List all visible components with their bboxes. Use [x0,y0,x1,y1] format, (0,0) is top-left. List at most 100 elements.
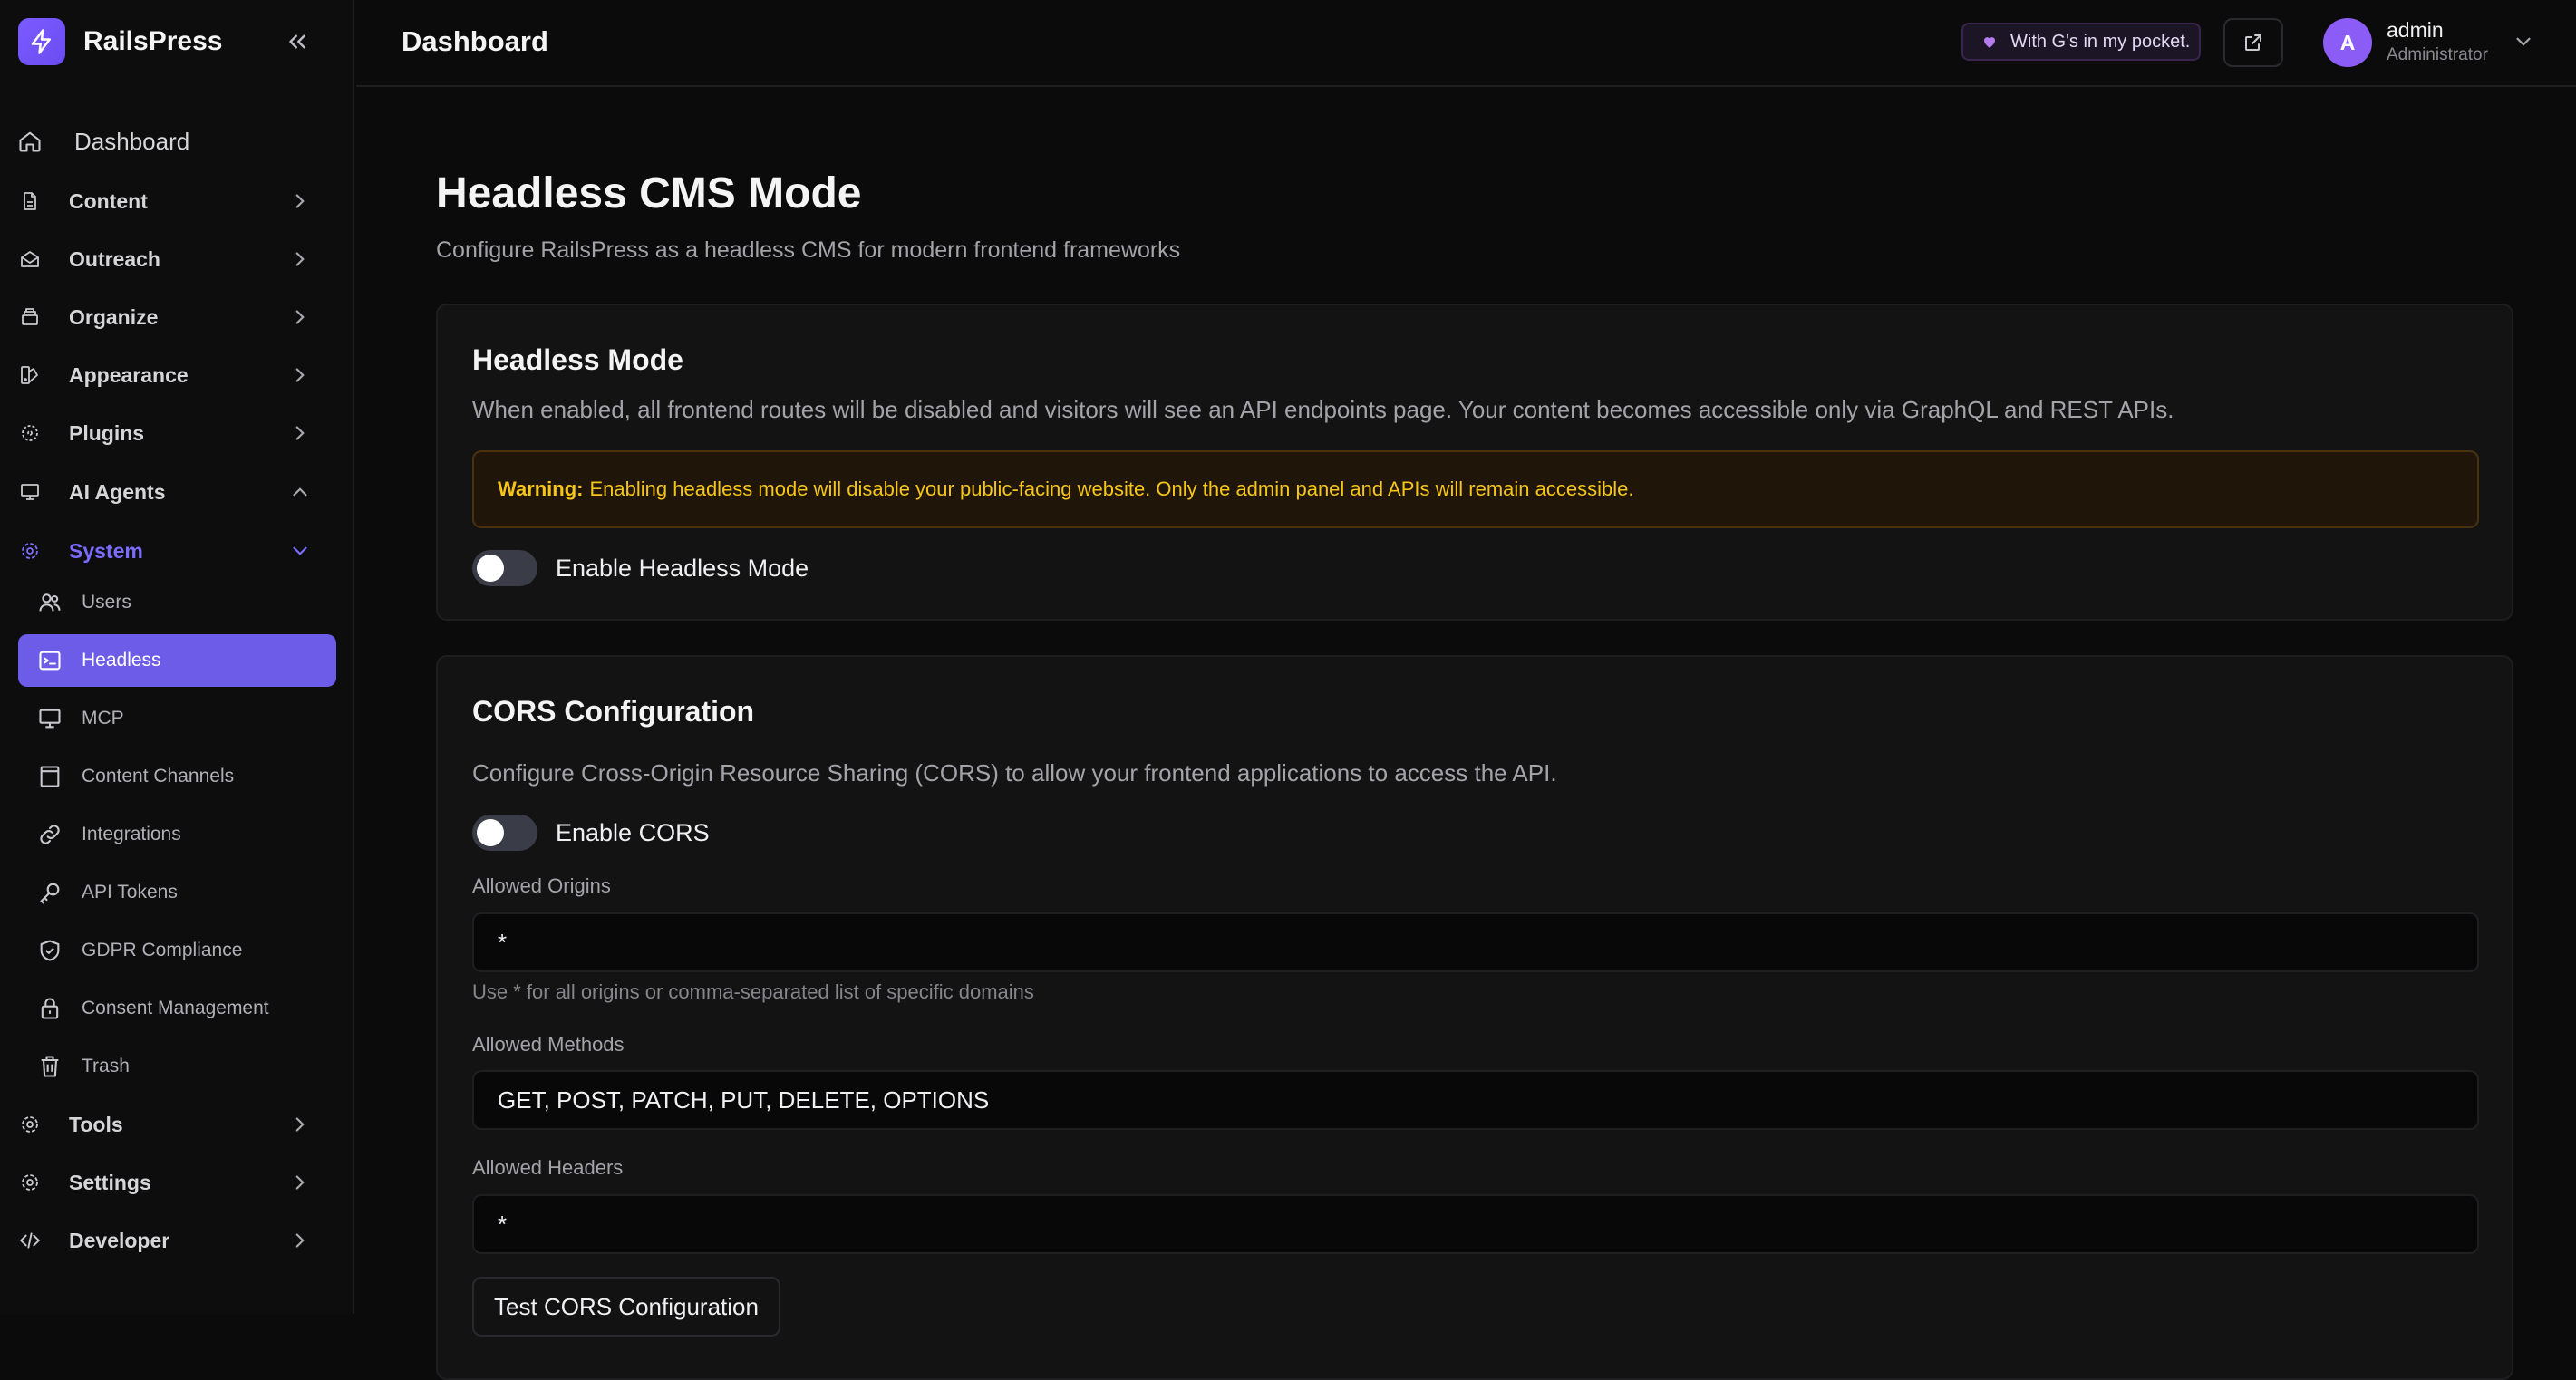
top-header: Dashboard With G's in my pocket. A admin… [356,0,2576,87]
sidebar-item-label: System [69,538,143,563]
cors-configuration-card: CORS Configuration Configure Cross-Origi… [436,655,2513,1380]
sidebar-item-integrations[interactable]: Integrations [18,808,336,861]
toggle-label: Enable Headless Mode [556,554,809,582]
mail-open-icon [16,246,44,273]
allowed-origins-help: Use * for all origins or comma-separated… [472,980,1034,1003]
headless-mode-toggle[interactable] [472,550,537,586]
sidebar-item-settings[interactable]: Settings [15,1159,332,1206]
sidebar-item-tools[interactable]: Tools [15,1101,332,1148]
shield-check-icon [36,937,63,964]
sidebar-item-label: Dashboard [74,127,190,155]
sidebar-item-label: Settings [69,1170,151,1194]
open-site-button[interactable] [2223,18,2283,67]
chevron-right-icon [288,1171,312,1194]
sidebar-item-label: Content [69,188,148,213]
sidebar-item-api-tokens[interactable]: API Tokens [18,866,336,919]
sidebar-item-label: Tools [69,1112,123,1136]
sidebar-item-label: MCP [82,708,124,729]
terminal-icon [36,647,63,674]
sidebar-item-organize[interactable]: Organize [15,294,332,341]
header-title: Dashboard [402,25,548,57]
gear-icon [16,1111,44,1138]
warning-label: Warning: [498,478,584,500]
page-title: Headless CMS Mode [436,169,862,217]
sidebar-item-consent-management[interactable]: Consent Management [18,982,336,1035]
user-name: admin [2387,18,2444,42]
sidebar-item-label: Content Channels [82,766,235,787]
sidebar-item-label: Developer [69,1228,170,1252]
panel-icon [36,763,63,790]
sidebar-item-label: Appearance [69,362,189,387]
sidebar-item-label: API Tokens [82,882,178,902]
archive-icon [16,304,44,331]
sidebar-item-label: GDPR Compliance [82,940,243,960]
trash-icon [36,1053,63,1080]
card-title: Headless Mode [472,343,683,376]
allowed-origins-input[interactable] [472,912,2479,972]
sidebar-item-plugins[interactable]: Plugins [15,410,332,457]
card-description: Configure Cross-Origin Resource Sharing … [472,759,1557,787]
chevron-right-icon [288,421,312,445]
avatar[interactable]: A [2323,18,2372,67]
sidebar-item-label: Consent Management [82,998,269,1018]
page-subtitle: Configure RailsPress as a headless CMS f… [436,237,1181,263]
lock-icon [36,995,63,1022]
code-icon [16,1227,44,1254]
toggle-knob [477,555,504,582]
sidebar-item-label: Users [82,592,131,613]
chevron-right-icon [288,305,312,329]
sidebar-item-ai-agents[interactable]: AI Agents [15,468,332,516]
toggle-knob [477,819,504,846]
sidebar-item-content-channels[interactable]: Content Channels [18,750,336,803]
bolt-icon [18,18,65,65]
chevron-right-icon [288,1113,312,1136]
sidebar-item-label: Organize [69,304,159,329]
monitor-icon [36,705,63,732]
card-description: When enabled, all frontend routes will b… [472,396,2174,423]
chevron-right-icon [288,189,312,213]
sidebar-item-label: AI Agents [69,479,166,504]
sidebar-item-developer[interactable]: Developer [15,1217,332,1264]
sidebar-item-outreach[interactable]: Outreach [15,236,332,283]
allowed-methods-label: Allowed Methods [472,1033,625,1056]
home-icon [16,128,44,155]
user-role: Administrator [2387,45,2488,64]
allowed-headers-label: Allowed Headers [472,1156,624,1179]
sidebar-item-users[interactable]: Users [18,576,336,629]
link-icon [36,821,63,848]
chevron-down-icon[interactable] [2512,30,2537,55]
chevron-right-icon [288,247,312,271]
badge-label: With G's in my pocket. [2010,31,2191,52]
brand-name: RailsPress [83,26,223,56]
key-icon [36,879,63,906]
puzzle-icon [16,420,44,447]
test-cors-button[interactable]: Test CORS Configuration [472,1277,780,1337]
card-title: CORS Configuration [472,695,755,728]
sidebar-item-dashboard[interactable]: Dashboard [15,118,332,165]
allowed-methods-input[interactable] [472,1070,2479,1130]
sidebar-item-gdpr-compliance[interactable]: GDPR Compliance [18,924,336,977]
sidebar-item-mcp[interactable]: MCP [18,692,336,745]
gear-icon [16,537,44,565]
sidebar-item-label: Integrations [82,824,181,844]
headless-mode-toggle-row[interactable]: Enable Headless Mode [472,550,809,586]
sidebar-item-appearance[interactable]: Appearance [15,352,332,399]
cors-toggle-row[interactable]: Enable CORS [472,815,710,851]
collapse-sidebar-icon[interactable] [281,25,314,58]
sidebar-item-system[interactable]: System [15,527,332,574]
sidebar: RailsPress Dashboard Content Outreach Or… [0,0,354,1314]
pocket-badge[interactable]: With G's in my pocket. [1961,23,2201,61]
brand[interactable]: RailsPress [18,16,222,67]
sidebar-item-trash[interactable]: Trash [18,1040,336,1093]
chevron-right-icon [288,1229,312,1252]
toggle-label: Enable CORS [556,818,710,846]
users-icon [36,589,63,616]
allowed-headers-input[interactable] [472,1194,2479,1254]
sidebar-item-label: Plugins [69,420,145,445]
cors-toggle[interactable] [472,815,537,851]
swatch-icon [16,362,44,389]
sidebar-item-content[interactable]: Content [15,178,332,225]
monitor-icon [16,478,44,506]
headless-mode-card: Headless Mode When enabled, all frontend… [436,304,2513,621]
sidebar-item-headless[interactable]: Headless [18,634,336,687]
